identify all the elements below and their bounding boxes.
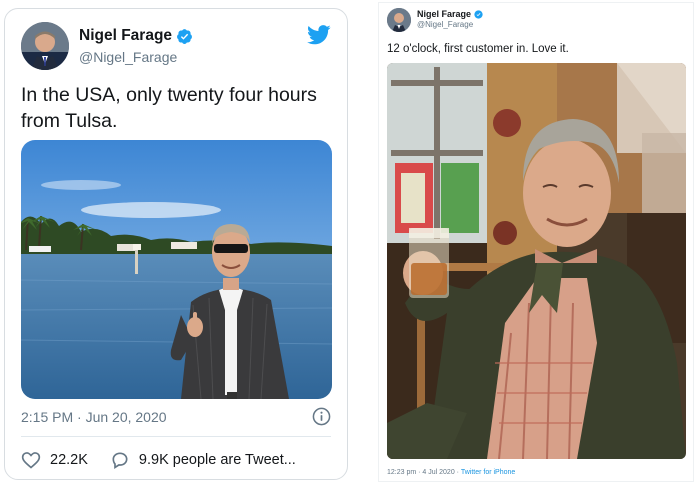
author-handle[interactable]: @Nigel_Farage [417,20,473,29]
reply-count: 9.9K people are Tweet... [138,452,296,468]
like-action[interactable]: 22.2K [21,450,88,470]
tweet-actions: 22.2K 9.9K people are Tweet... [21,450,296,470]
tweet-text: 12 o'clock, first customer in. Love it. [387,43,569,55]
tweet-text: In the USA, only twenty four hours from … [21,84,317,132]
info-icon[interactable] [312,407,331,426]
tweet-photo-beach[interactable] [21,140,332,399]
speech-bubble-icon[interactable] [110,450,130,470]
tweet-source-link[interactable]: Twitter for iPhone [461,469,515,476]
tweet-card-right[interactable]: Nigel Farage @Nigel_Farage 12 o'clock, f… [378,2,694,482]
tweet-meta: 12:23 pm · 4 Jul 2020 · Twitter for iPho… [387,469,515,476]
author-name[interactable]: Nigel Farage [417,9,483,19]
author-handle[interactable]: @Nigel_Farage [79,49,177,65]
twitter-bird-icon[interactable] [307,25,331,45]
tweet-timestamp[interactable]: 2:15 PM · Jun 20, 2020 [21,409,167,425]
author-name-label[interactable]: Nigel Farage [79,27,172,45]
like-count: 22.2K [50,452,88,468]
tweet-card-left[interactable]: Nigel Farage @Nigel_Farage In the USA, o… [4,8,348,480]
tweet-timestamp[interactable]: 12:23 pm · 4 Jul 2020 · [387,469,461,476]
verified-badge-icon [177,28,192,44]
screenshot-collage: Nigel Farage @Nigel_Farage In the USA, o… [0,0,696,484]
heart-icon[interactable] [21,450,41,470]
tweet-photo-pub[interactable] [387,63,686,459]
author-name-label[interactable]: Nigel Farage [417,9,471,19]
reply-action[interactable]: 9.9K people are Tweet... [110,450,296,470]
avatar[interactable] [21,22,69,70]
avatar[interactable] [387,8,411,32]
verified-badge-icon [474,9,483,19]
divider [21,436,331,437]
author-name[interactable]: Nigel Farage [79,27,193,45]
